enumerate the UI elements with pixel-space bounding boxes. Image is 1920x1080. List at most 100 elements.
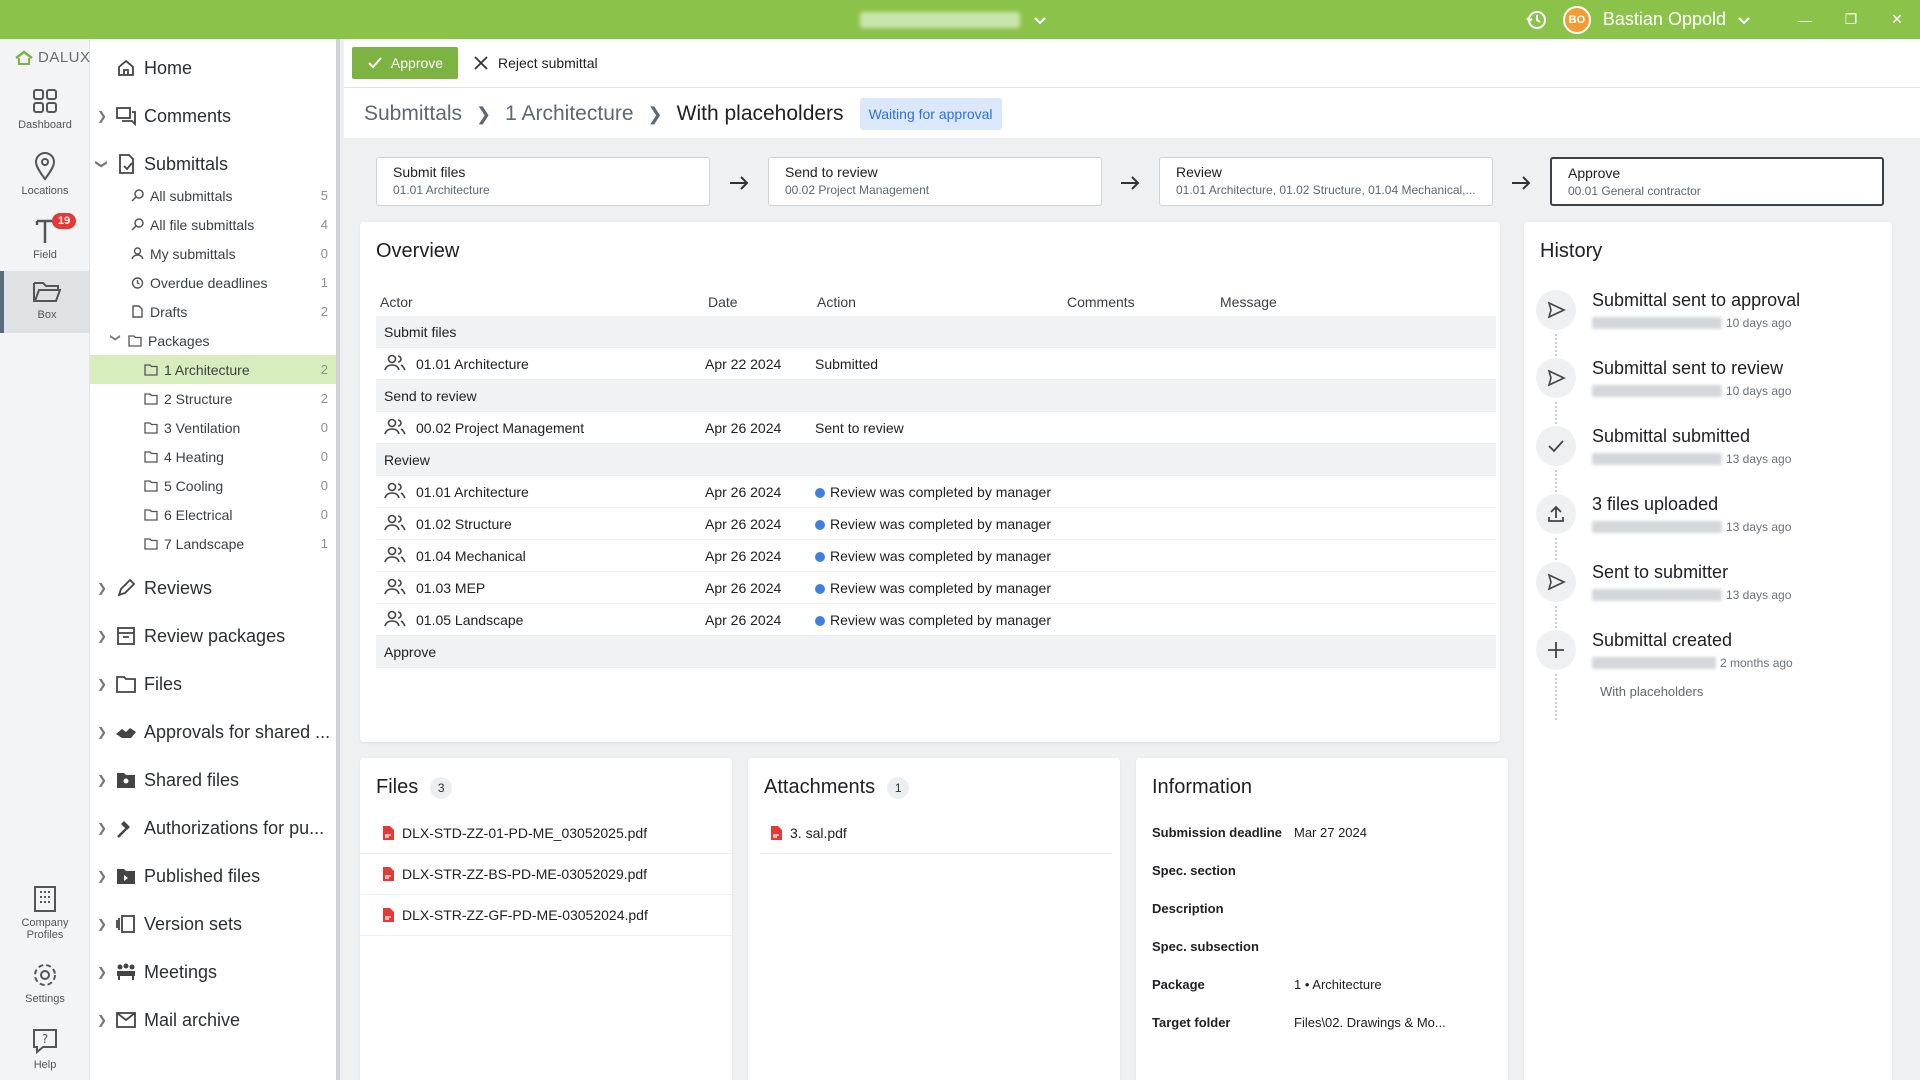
project-name-blurred: [860, 11, 1020, 28]
rail-settings[interactable]: Settings: [0, 961, 90, 1019]
dashboard-icon: [33, 89, 57, 113]
table-row[interactable]: 01.01 Architecture Apr 22 2024 Submitted: [376, 348, 1496, 380]
sidebar-item-version-sets[interactable]: ❯ Version sets: [90, 907, 336, 941]
sidebar-item-package-3[interactable]: 3 Ventilation 0: [90, 413, 336, 442]
sidebar-item-drafts[interactable]: Drafts 2: [90, 297, 336, 326]
approve-button[interactable]: Approve: [352, 47, 458, 79]
minimize-button[interactable]: —: [1782, 0, 1828, 39]
group-people-icon: [384, 578, 406, 595]
sidebar-item-meetings[interactable]: ❯ Meetings: [90, 955, 336, 989]
sidebar-item-reviews[interactable]: ❯ Reviews: [90, 571, 336, 605]
step-approve[interactable]: Approve 00.01 General contractor: [1550, 157, 1884, 206]
sidebar-item-overdue-deadlines[interactable]: Overdue deadlines 1: [90, 268, 336, 297]
rail-dashboard[interactable]: Dashboard: [0, 87, 90, 145]
overview-table-header: Actor Date Action Comments Message: [376, 288, 1496, 316]
sidebar-item-packages[interactable]: ❯ Packages: [90, 326, 336, 355]
group-row-submit-files: Submit files: [376, 316, 1496, 348]
attachment-row[interactable]: 3. sal.pdf: [760, 813, 1112, 854]
column-message: Message: [1220, 294, 1277, 310]
sidebar-item-package-7[interactable]: 7 Landscape 1: [90, 529, 336, 558]
rail-company-profiles[interactable]: Company Profiles: [0, 885, 90, 951]
sidebar-item-mail-archive[interactable]: ❯ Mail archive: [90, 1003, 336, 1037]
pencil-icon: [117, 578, 136, 597]
close-icon: [474, 56, 488, 70]
field-badge: 19: [52, 213, 77, 229]
status-dot: [815, 488, 825, 498]
maximize-button[interactable]: ❐: [1828, 0, 1874, 39]
rail-locations[interactable]: Locations: [0, 151, 90, 209]
person-icon: [130, 247, 144, 260]
shared-folder-icon: [117, 773, 135, 788]
project-selector[interactable]: [860, 0, 1048, 39]
sidebar-item-package-2[interactable]: 2 Structure 2: [90, 384, 336, 413]
sidebar-item-package-4[interactable]: 4 Heating 0: [90, 442, 336, 471]
table-row[interactable]: 01.03 MEP Apr 26 2024 Review was completed…: [376, 572, 1496, 604]
folder-icon: [144, 392, 158, 405]
sidebar-item-package-1[interactable]: 1 Architecture 2: [90, 355, 336, 384]
arrow-right-icon: [1512, 176, 1531, 190]
table-row[interactable]: 01.04 Mechanical Apr 26 2024 Review was co…: [376, 540, 1496, 572]
table-row[interactable]: 01.01 Architecture Apr 26 2024 Review was …: [376, 476, 1496, 508]
folder-open-icon: [33, 282, 62, 302]
step-send-to-review[interactable]: Send to review 00.02 Project Management: [768, 157, 1102, 206]
title-bar: BO Bastian Oppold — ❐ ✕: [0, 0, 1920, 39]
step-review[interactable]: Review 01.01 Architecture, 01.02 Structu…: [1159, 157, 1493, 206]
file-row[interactable]: DLX-STD-ZZ-01-PD-ME_03052025.pdf: [360, 813, 732, 854]
sidebar-item-approvals-shared[interactable]: ❯ Approvals for shared ...: [90, 715, 336, 749]
sidebar-item-authorizations[interactable]: ❯ Authorizations for pu...: [90, 811, 336, 845]
file-row[interactable]: DLX-STR-ZZ-BS-PD-ME-03052029.pdf: [360, 854, 732, 895]
rail-box[interactable]: Box: [0, 271, 90, 333]
app-rail: DALUX Dashboard Locations Field 19 Box C…: [0, 39, 90, 1080]
sidebar-item-package-5[interactable]: 5 Cooling 0: [90, 471, 336, 500]
sidebar-item-all-submittals[interactable]: All submittals 5: [90, 181, 336, 210]
group-people-icon: [384, 482, 406, 499]
group-row-approve: Approve: [376, 636, 1496, 668]
page-title: With placeholders: [676, 102, 844, 125]
breadcrumb-package[interactable]: 1 Architecture: [505, 102, 633, 126]
folder-icon: [144, 363, 158, 376]
history-note: With placeholders: [1600, 684, 1704, 699]
rail-field[interactable]: Field 19: [0, 213, 90, 273]
user-menu-chevron-icon[interactable]: [1736, 12, 1752, 28]
main-content: Approve Reject submittal Submittals ❯ 1 …: [344, 39, 1920, 1080]
history-icon[interactable]: [1525, 8, 1549, 32]
step-submit-files[interactable]: Submit files 01.01 Architecture: [376, 157, 710, 206]
sidebar-item-review-packages[interactable]: ❯ Review packages: [90, 619, 336, 653]
status-dot: [815, 552, 825, 562]
table-row[interactable]: 01.05 Landscape Apr 26 2024 Review was com…: [376, 604, 1496, 636]
check-icon: [1548, 440, 1564, 453]
breadcrumb-submittals[interactable]: Submittals: [364, 102, 462, 126]
close-button[interactable]: ✕: [1874, 0, 1920, 39]
table-row[interactable]: 00.02 Project Management Apr 26 2024 Sent …: [376, 412, 1496, 444]
user-name[interactable]: Bastian Oppold: [1603, 9, 1726, 30]
sidebar-item-submittals[interactable]: ❯ Submittals: [90, 147, 336, 181]
history-card: History Submittal sent to approval 10 da…: [1524, 222, 1892, 1080]
sidebar-item-comments[interactable]: ❯ Comments: [90, 99, 336, 133]
arrow-right-icon: [1121, 176, 1140, 190]
home-icon: [118, 59, 134, 76]
search-icon: [130, 189, 144, 202]
overview-title: Overview: [376, 240, 460, 262]
folder-icon: [128, 334, 142, 347]
column-action: Action: [817, 294, 856, 310]
published-folder-icon: [117, 869, 135, 884]
table-row[interactable]: 01.02 Structure Apr 26 2024 Review was com…: [376, 508, 1496, 540]
sidebar-item-files[interactable]: ❯ Files: [90, 667, 336, 701]
attachments-card: Attachments 1 3. sal.pdf: [748, 758, 1120, 1080]
group-people-icon: [384, 418, 406, 435]
avatar[interactable]: BO: [1562, 5, 1591, 34]
information-title: Information: [1152, 776, 1253, 798]
reject-submittal-button[interactable]: Reject submittal: [474, 47, 598, 79]
file-row[interactable]: DLX-STR-ZZ-GF-PD-ME-03052024.pdf: [360, 895, 732, 936]
sidebar-item-published-files[interactable]: ❯ Published files: [90, 859, 336, 893]
folder-icon: [144, 479, 158, 492]
sidebar: Home ❯ Comments ❯ Submittals All submitt…: [90, 39, 340, 1080]
chevron-right-icon: ❯: [647, 103, 663, 124]
sidebar-item-home[interactable]: Home: [90, 51, 336, 85]
sidebar-item-all-file-submittals[interactable]: All file submittals 4: [90, 210, 336, 239]
rail-help[interactable]: ? Help: [0, 1027, 90, 1080]
sidebar-item-shared-files[interactable]: ❯ Shared files: [90, 763, 336, 797]
sidebar-item-package-6[interactable]: 6 Electrical 0: [90, 500, 336, 529]
sidebar-item-my-submittals[interactable]: My submittals 0: [90, 239, 336, 268]
send-icon: [1547, 369, 1566, 387]
